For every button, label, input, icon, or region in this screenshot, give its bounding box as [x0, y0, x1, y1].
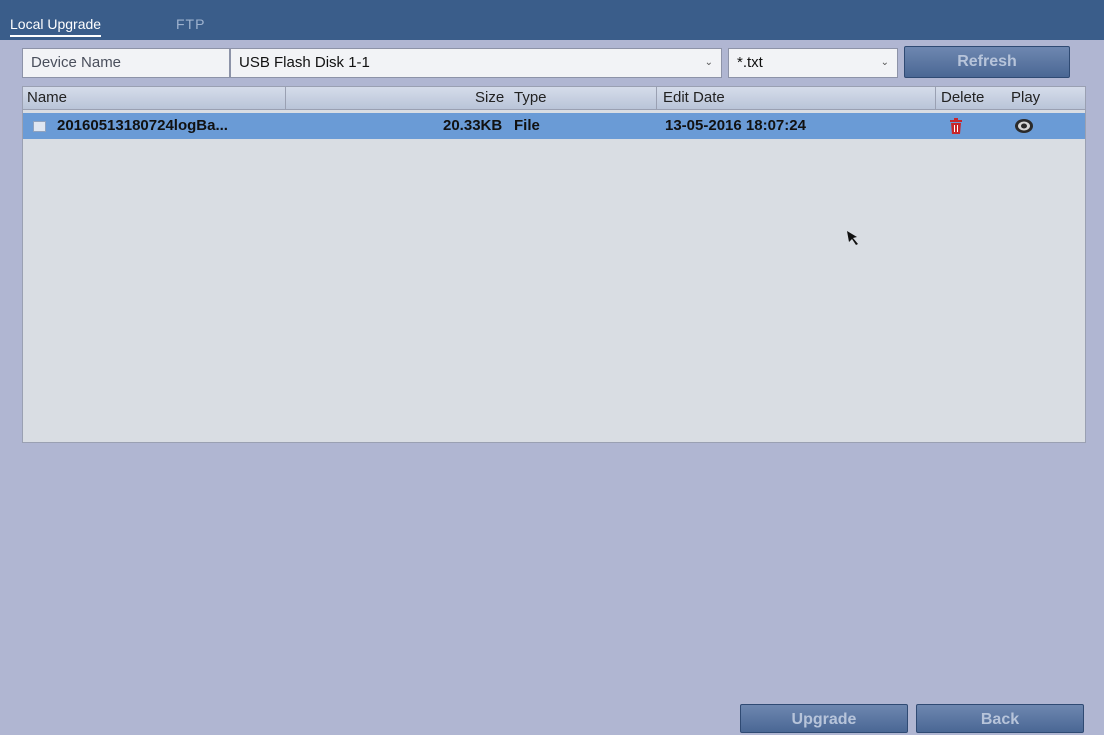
- row-edit-date: 13-05-2016 18:07:24: [665, 117, 806, 134]
- tab-ftp[interactable]: FTP: [176, 16, 205, 32]
- file-table: Name Size Type Edit Date Delete Play 201…: [22, 86, 1086, 443]
- trash-icon[interactable]: [945, 116, 967, 136]
- file-filter-select[interactable]: *.txt ⌄: [728, 48, 898, 78]
- column-divider[interactable]: [656, 87, 657, 109]
- mouse-cursor-icon: [847, 231, 858, 245]
- refresh-button[interactable]: Refresh: [904, 46, 1070, 78]
- device-name-label: Device Name: [22, 48, 230, 78]
- column-header-play[interactable]: Play: [1011, 89, 1040, 106]
- column-header-type[interactable]: Type: [514, 89, 547, 106]
- device-select-value: USB Flash Disk 1-1: [239, 54, 370, 71]
- file-filter-value: *.txt: [737, 54, 763, 71]
- row-size: 20.33KB: [443, 117, 503, 134]
- column-header-size[interactable]: Size: [475, 89, 504, 106]
- row-type: File: [514, 117, 540, 134]
- tab-local-upgrade[interactable]: Local Upgrade: [10, 16, 102, 37]
- table-row[interactable]: 20160513180724logBa... 20.33KB File 13-0…: [23, 113, 1085, 139]
- device-select[interactable]: USB Flash Disk 1-1 ⌄: [230, 48, 722, 78]
- play-icon[interactable]: [1013, 116, 1035, 136]
- column-divider[interactable]: [285, 87, 286, 109]
- chevron-down-icon: ⌄: [704, 57, 713, 68]
- column-header-name[interactable]: Name: [27, 89, 67, 106]
- column-divider[interactable]: [935, 87, 936, 109]
- file-icon: [33, 121, 46, 132]
- row-name: 20160513180724logBa...: [57, 117, 228, 134]
- column-header-delete[interactable]: Delete: [941, 89, 984, 106]
- top-tab-bar: Local Upgrade FTP: [0, 0, 1104, 40]
- upgrade-button[interactable]: Upgrade: [740, 704, 908, 733]
- chevron-down-icon: ⌄: [880, 57, 889, 68]
- table-header: Name Size Type Edit Date Delete Play: [23, 87, 1085, 110]
- back-button[interactable]: Back: [916, 704, 1084, 733]
- column-header-edit-date[interactable]: Edit Date: [663, 89, 725, 106]
